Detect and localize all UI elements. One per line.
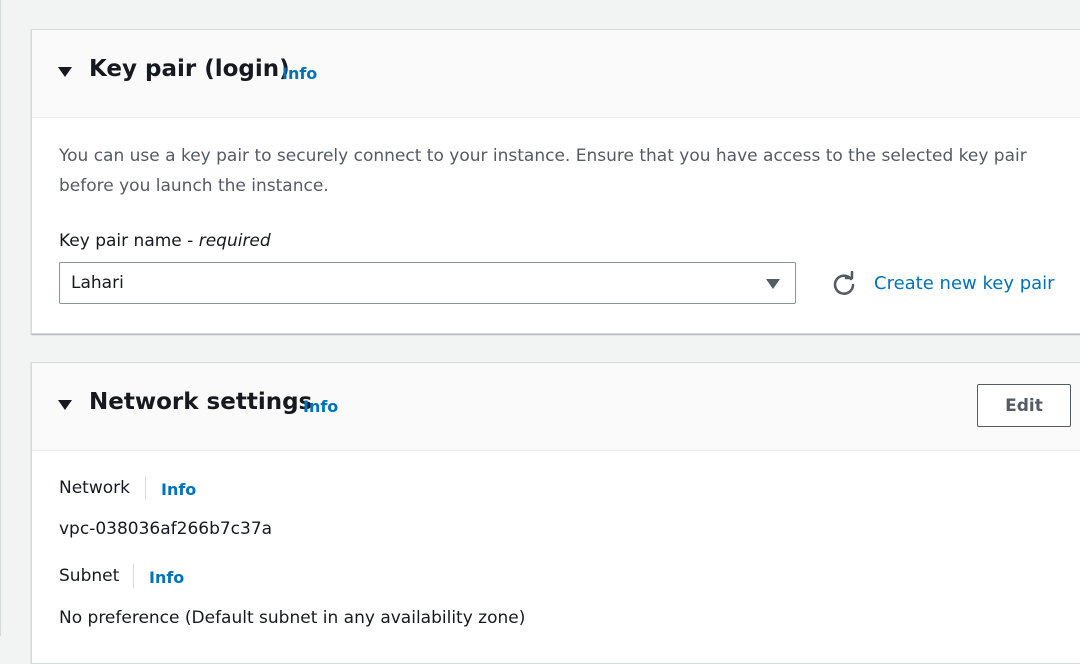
page-left-border: [0, 0, 1, 636]
key-pair-name-label: Key pair name - required: [59, 231, 271, 251]
network-settings-info-link[interactable]: Info: [303, 397, 338, 416]
key-pair-panel-header[interactable]: Key pair (login) Info: [32, 30, 1080, 118]
required-indicator: required: [198, 231, 271, 251]
divider: [145, 476, 146, 500]
collapse-caret-icon[interactable]: [58, 400, 72, 410]
subnet-info-link[interactable]: Info: [149, 568, 184, 587]
network-settings-panel-header[interactable]: Network settings Info Edit: [32, 363, 1080, 451]
select-caret-down-icon: [766, 279, 780, 289]
network-label: Network: [59, 478, 130, 498]
network-settings-panel: Network settings Info Edit Network Info …: [31, 362, 1080, 664]
divider: [133, 564, 134, 588]
subnet-label: Subnet: [59, 566, 120, 586]
key-pair-panel: Key pair (login) Info You can use a key …: [31, 29, 1080, 334]
key-pair-info-link[interactable]: Info: [282, 64, 317, 83]
network-settings-title: Network settings: [89, 389, 313, 415]
subnet-value: No preference (Default subnet in any ava…: [59, 608, 526, 628]
edit-button[interactable]: Edit: [977, 384, 1071, 427]
network-info-link[interactable]: Info: [161, 480, 196, 499]
network-value: vpc-038036af266b7c37a: [59, 519, 273, 539]
key-pair-description: You can use a key pair to securely conne…: [59, 146, 1027, 196]
key-pair-select[interactable]: Lahari: [59, 262, 796, 304]
create-new-key-pair-link[interactable]: Create new key pair: [874, 273, 1055, 294]
key-pair-name-label-text: Key pair name -: [59, 231, 199, 251]
key-pair-title: Key pair (login): [89, 56, 290, 82]
key-pair-selected-value: Lahari: [71, 273, 124, 293]
collapse-caret-icon[interactable]: [58, 67, 72, 77]
refresh-icon[interactable]: [831, 270, 857, 297]
